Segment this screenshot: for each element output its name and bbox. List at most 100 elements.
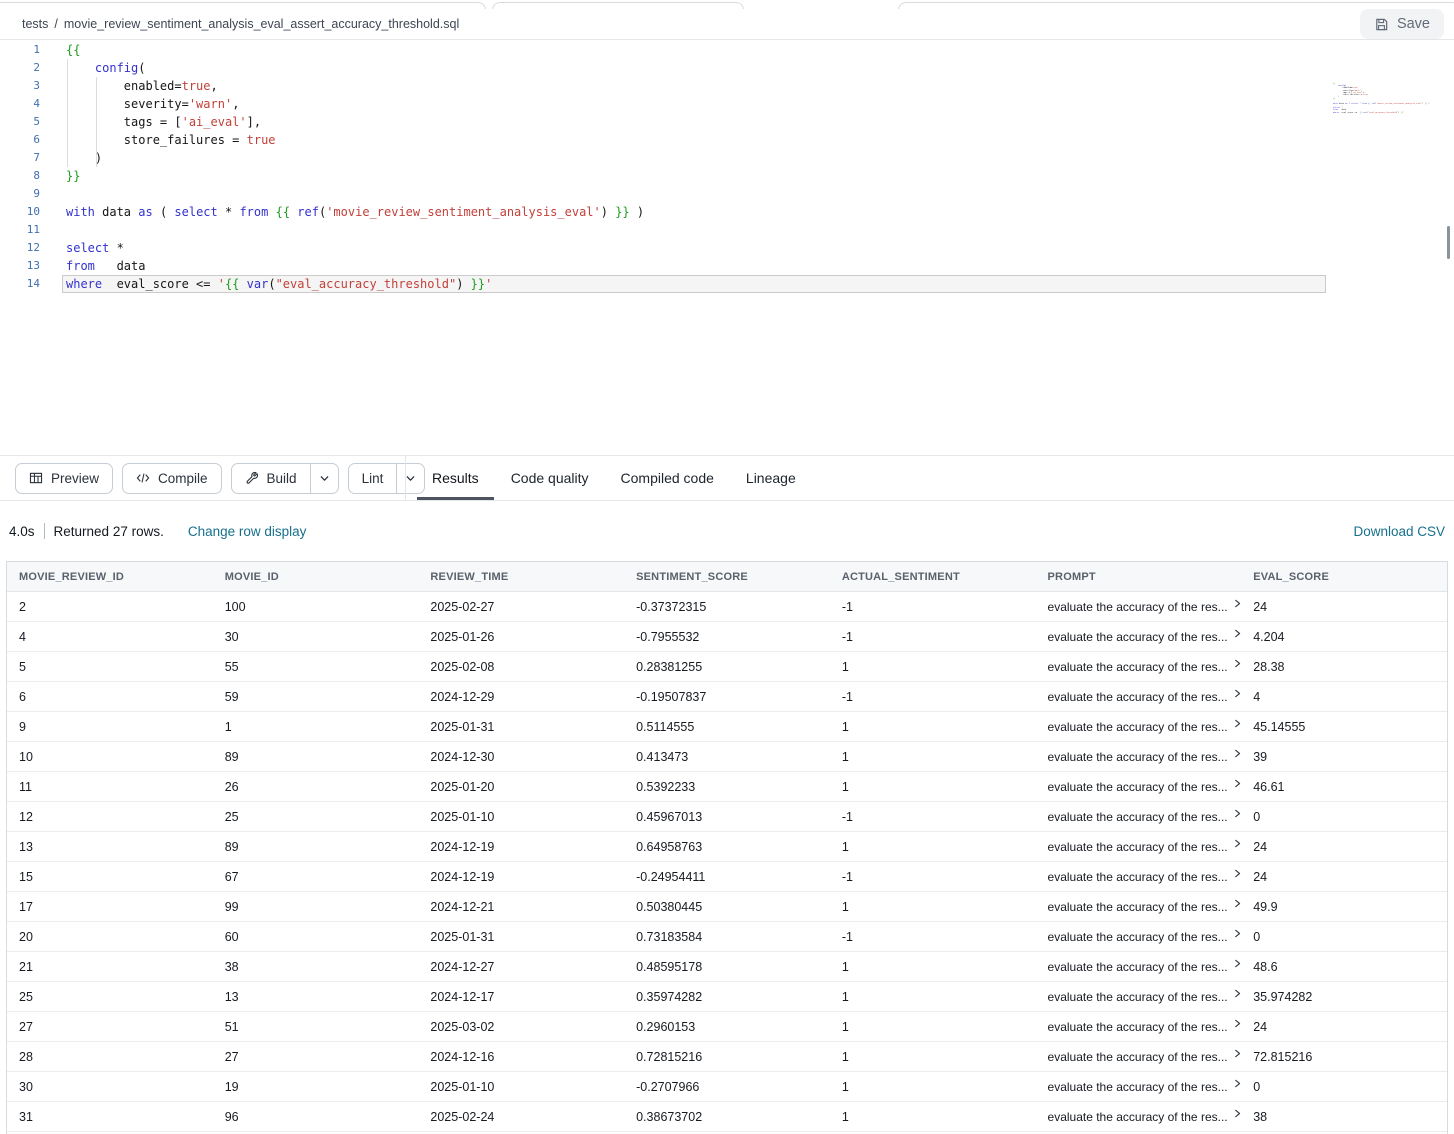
- code-editor[interactable]: 1{{2 config(3 enabled=true,4 severity='w…: [0, 40, 1454, 455]
- chevron-right-icon[interactable]: [1233, 1019, 1242, 1028]
- prompt-cell-expander[interactable]: evaluate the accuracy of the res...: [1048, 690, 1242, 704]
- cell-sentiment_score: 0.5114555: [624, 712, 830, 742]
- cell-actual_sentiment: 1: [830, 652, 1036, 682]
- line-number: 1: [0, 41, 40, 59]
- line-number: 11: [0, 221, 40, 239]
- chevron-right-icon[interactable]: [1233, 719, 1242, 728]
- cell-prompt: evaluate the accuracy of the res...: [1036, 712, 1242, 742]
- chevron-right-icon[interactable]: [1233, 1079, 1242, 1088]
- tab-code-quality[interactable]: Code quality: [496, 456, 604, 500]
- chevron-right-icon[interactable]: [1233, 929, 1242, 938]
- prompt-cell-expander[interactable]: evaluate the accuracy of the res...: [1048, 930, 1242, 944]
- compile-button[interactable]: Compile: [122, 463, 222, 494]
- chevron-right-icon[interactable]: [1233, 629, 1242, 638]
- compile-button-main[interactable]: Compile: [123, 464, 221, 493]
- preview-button-main[interactable]: Preview: [16, 464, 112, 493]
- prompt-cell-expander[interactable]: evaluate the accuracy of the res...: [1048, 1050, 1242, 1064]
- prompt-cell-expander[interactable]: evaluate the accuracy of the res...: [1048, 810, 1242, 824]
- browser-tab-ghost[interactable]: [492, 2, 744, 9]
- browser-tab-ghost[interactable]: [0, 2, 486, 9]
- table-row: 31962025-02-240.386737021evaluate the ac…: [7, 1102, 1447, 1132]
- cell-actual_sentiment: 1: [830, 742, 1036, 772]
- chevron-right-icon[interactable]: [1233, 1049, 1242, 1058]
- prompt-cell-expander[interactable]: evaluate the accuracy of the res...: [1048, 660, 1242, 674]
- prompt-cell-expander[interactable]: evaluate the accuracy of the res...: [1048, 1110, 1242, 1124]
- prompt-cell-expander[interactable]: evaluate the accuracy of the res...: [1048, 600, 1242, 614]
- prompt-cell-expander[interactable]: evaluate the accuracy of the res...: [1048, 630, 1242, 644]
- prompt-cell-expander[interactable]: evaluate the accuracy of the res...: [1048, 720, 1242, 734]
- preview-button-label: Preview: [51, 471, 99, 486]
- preview-button[interactable]: Preview: [15, 463, 113, 494]
- cell-eval_score: 0: [1241, 1072, 1447, 1102]
- cell-eval_score: 24: [1241, 592, 1447, 622]
- chevron-right-icon[interactable]: [1233, 779, 1242, 788]
- chevron-right-icon[interactable]: [1233, 809, 1242, 818]
- cell-eval_score: 24: [1241, 832, 1447, 862]
- cell-review_time: 2024-12-21: [418, 892, 624, 922]
- chevron-right-icon[interactable]: [1233, 989, 1242, 998]
- cell-movie_id: 60: [213, 922, 419, 952]
- editor-scrollbar-thumb[interactable]: [1447, 226, 1450, 259]
- compile-button-label: Compile: [158, 471, 208, 486]
- tab-compiled-code[interactable]: Compiled code: [606, 456, 729, 500]
- prompt-text: evaluate the accuracy of the res...: [1048, 1020, 1228, 1034]
- save-button[interactable]: Save: [1360, 9, 1444, 39]
- cell-review_time: 2025-02-24: [418, 1102, 624, 1132]
- cell-eval_score: 0: [1241, 922, 1447, 952]
- editor-minimap[interactable]: {{ config( enabled=true, severity='warn'…: [1333, 83, 1445, 114]
- lint-button-main[interactable]: Lint: [349, 464, 397, 493]
- browser-tab-ghost[interactable]: [898, 2, 1454, 9]
- cell-prompt: evaluate the accuracy of the res...: [1036, 1012, 1242, 1042]
- cell-prompt: evaluate the accuracy of the res...: [1036, 622, 1242, 652]
- chevron-right-icon[interactable]: [1233, 659, 1242, 668]
- breadcrumb-folder[interactable]: tests: [22, 17, 48, 31]
- cell-actual_sentiment: -1: [830, 622, 1036, 652]
- prompt-cell-expander[interactable]: evaluate the accuracy of the res...: [1048, 780, 1242, 794]
- table-row: 11262025-01-200.53922331evaluate the acc…: [7, 772, 1447, 802]
- prompt-text: evaluate the accuracy of the res...: [1048, 900, 1228, 914]
- build-dropdown-toggle[interactable]: [310, 464, 338, 493]
- cell-actual_sentiment: 1: [830, 892, 1036, 922]
- prompt-text: evaluate the accuracy of the res...: [1048, 630, 1228, 644]
- cell-movie_id: 67: [213, 862, 419, 892]
- change-row-display-link[interactable]: Change row display: [188, 524, 307, 539]
- cell-movie_review_id: 13: [7, 832, 213, 862]
- table-row: 6592024-12-29-0.19507837-1evaluate the a…: [7, 682, 1447, 712]
- cell-eval_score: 0: [1241, 802, 1447, 832]
- prompt-cell-expander[interactable]: evaluate the accuracy of the res...: [1048, 1080, 1242, 1094]
- chevron-right-icon[interactable]: [1233, 869, 1242, 878]
- chevron-right-icon[interactable]: [1233, 1109, 1242, 1118]
- cell-prompt: evaluate the accuracy of the res...: [1036, 682, 1242, 712]
- prompt-cell-expander[interactable]: evaluate the accuracy of the res...: [1048, 990, 1242, 1004]
- cell-review_time: 2024-12-30: [418, 742, 624, 772]
- chevron-right-icon[interactable]: [1233, 599, 1242, 608]
- toolbar-divider: [405, 456, 406, 500]
- line-number: 10: [0, 203, 40, 221]
- prompt-cell-expander[interactable]: evaluate the accuracy of the res...: [1048, 840, 1242, 854]
- cell-movie_id: 1: [213, 712, 419, 742]
- tab-lineage[interactable]: Lineage: [731, 456, 811, 500]
- cell-movie_id: 26: [213, 772, 419, 802]
- prompt-cell-expander[interactable]: evaluate the accuracy of the res...: [1048, 750, 1242, 764]
- chevron-right-icon[interactable]: [1233, 959, 1242, 968]
- cell-actual_sentiment: -1: [830, 592, 1036, 622]
- build-button-main[interactable]: Build: [232, 464, 310, 493]
- prompt-cell-expander[interactable]: evaluate the accuracy of the res...: [1048, 1020, 1242, 1034]
- chevron-right-icon[interactable]: [1233, 749, 1242, 758]
- code-line-12: 12select *: [0, 239, 1324, 257]
- chevron-right-icon[interactable]: [1233, 899, 1242, 908]
- chevron-right-icon[interactable]: [1233, 689, 1242, 698]
- download-csv-link[interactable]: Download CSV: [1353, 524, 1445, 539]
- lint-button[interactable]: Lint: [348, 463, 426, 494]
- tab-results[interactable]: Results: [417, 456, 494, 500]
- code-line-10: with data as ( select * from {{ ref('mov…: [1333, 103, 1445, 105]
- table-row: 27512025-03-020.29601531evaluate the acc…: [7, 1012, 1447, 1042]
- build-button[interactable]: Build: [231, 463, 339, 494]
- cell-sentiment_score: 0.72815216: [624, 1042, 830, 1072]
- prompt-cell-expander[interactable]: evaluate the accuracy of the res...: [1048, 960, 1242, 974]
- chevron-right-icon[interactable]: [1233, 839, 1242, 848]
- prompt-cell-expander[interactable]: evaluate the accuracy of the res...: [1048, 900, 1242, 914]
- prompt-text: evaluate the accuracy of the res...: [1048, 1110, 1228, 1124]
- prompt-cell-expander[interactable]: evaluate the accuracy of the res...: [1048, 870, 1242, 884]
- cell-movie_id: 99: [213, 892, 419, 922]
